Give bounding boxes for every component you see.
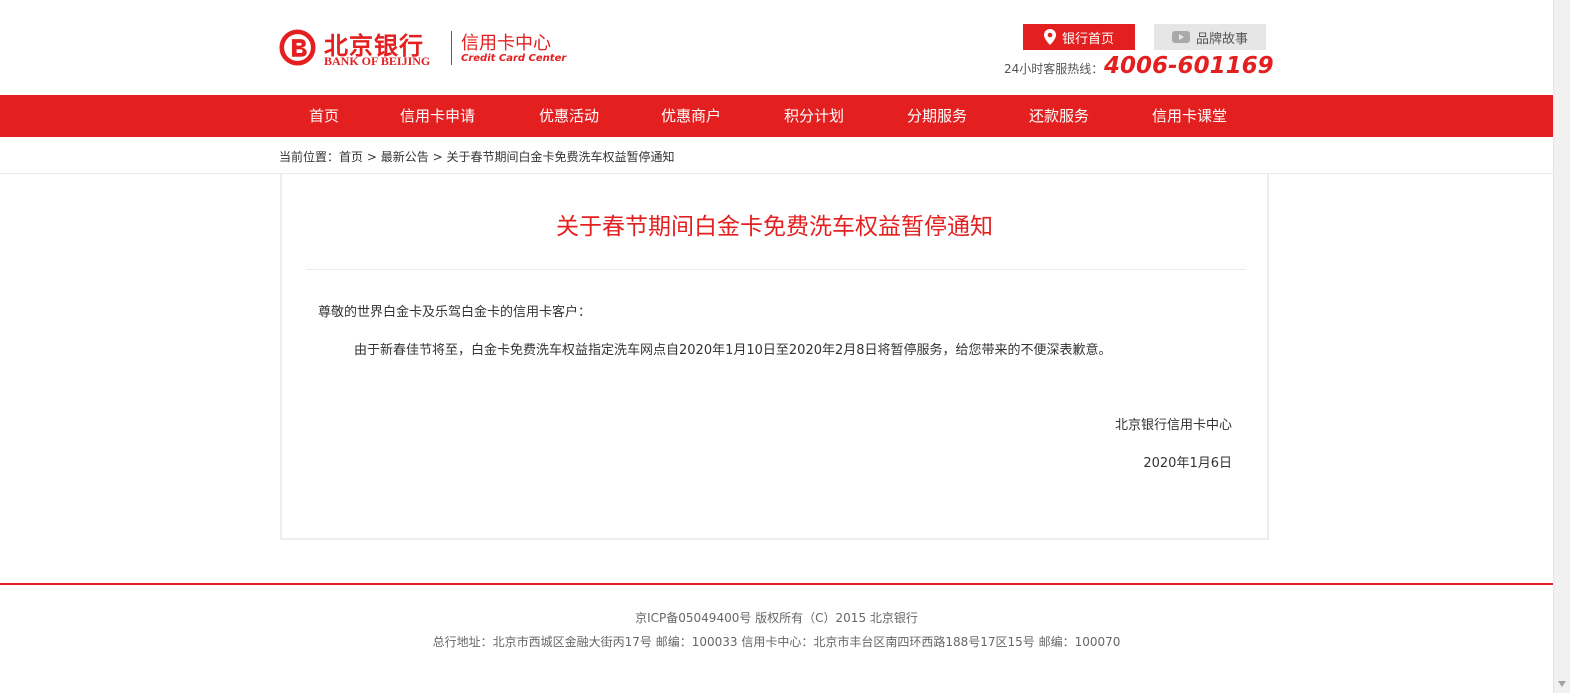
video-play-icon [1171, 31, 1190, 43]
breadcrumb: 当前位置：首页 > 最新公告 > 关于春节期间白金卡免费洗车权益暂停通知 [279, 148, 675, 165]
breadcrumb-home-link[interactable]: 首页 [339, 150, 363, 164]
breadcrumb-announcements-link[interactable]: 最新公告 [381, 150, 429, 164]
nav-item-repayment[interactable]: 还款服务 [1029, 95, 1089, 137]
nav-item-points[interactable]: 积分计划 [784, 95, 844, 137]
breadcrumb-bar: 当前位置：首页 > 最新公告 > 关于春节期间白金卡免费洗车权益暂停通知 [0, 137, 1553, 174]
breadcrumb-current: 关于春节期间白金卡免费洗车权益暂停通知 [446, 150, 675, 164]
nav-item-installments[interactable]: 分期服务 [907, 95, 967, 137]
announcement-card: 关于春节期间白金卡免费洗车权益暂停通知 尊敬的世界白金卡及乐驾白金卡的信用卡客户… [280, 174, 1269, 540]
main-nav: 首页 信用卡申请 优惠活动 优惠商户 积分计划 分期服务 还款服务 信用卡课堂 [0, 95, 1553, 137]
article-salutation: 尊敬的世界白金卡及乐驾白金卡的信用卡客户： [318, 305, 592, 320]
site-footer: 京ICP备05049400号 版权所有（C）2015 北京银行 总行地址：北京市… [0, 585, 1553, 693]
nav-item-card-application[interactable]: 信用卡申请 [400, 95, 475, 137]
brand-story-label: 品牌故事 [1195, 31, 1248, 47]
nav-item-merchants[interactable]: 优惠商户 [661, 95, 721, 137]
logo-divider [451, 31, 452, 65]
breadcrumb-separator: > [366, 150, 377, 164]
breadcrumb-separator: > [432, 150, 443, 164]
bank-home-button[interactable]: 银行首页 [1023, 24, 1135, 50]
article-body: 由于新春佳节将至，白金卡免费洗车权益指定洗车网点自2020年1月10日至2020… [354, 343, 1112, 358]
title-divider [306, 269, 1246, 270]
site-header: 北京银行 BANK OF BEIJING 信用卡中心 Credit Card C… [0, 0, 1570, 95]
footer-copyright: 京ICP备05049400号 版权所有（C）2015 北京银行 [635, 611, 918, 625]
hotline-number: 4006-601169 [1104, 53, 1274, 79]
nav-item-home[interactable]: 首页 [309, 95, 339, 137]
logo-subtitle-english: Credit Card Center [461, 53, 567, 64]
location-pin-icon [1043, 29, 1056, 45]
footer-address: 总行地址：北京市西城区金融大街丙17号 邮编：100033 信用卡中心：北京市丰… [432, 635, 1121, 649]
nav-item-promotions[interactable]: 优惠活动 [539, 95, 599, 137]
customer-hotline: 24小时客服热线： 4006-601169 [1004, 53, 1274, 83]
breadcrumb-prefix: 当前位置： [279, 150, 340, 164]
brand-story-button[interactable]: 品牌故事 [1154, 24, 1266, 50]
logo-english-name: BANK OF BEIJING [324, 54, 431, 68]
bank-emblem-icon [279, 29, 316, 66]
article-title: 关于春节期间白金卡免费洗车权益暂停通知 [556, 214, 993, 240]
bank-home-label: 银行首页 [1061, 31, 1114, 47]
article-signature: 北京银行信用卡中心 [1114, 418, 1232, 433]
vertical-scrollbar[interactable] [1553, 0, 1570, 693]
article-date: 2020年1月6日 [1143, 456, 1232, 471]
bank-logo[interactable]: 北京银行 BANK OF BEIJING 信用卡中心 Credit Card C… [279, 29, 569, 69]
scroll-down-arrow-icon[interactable] [1558, 681, 1566, 687]
hotline-label: 24小时客服热线： [1004, 62, 1104, 76]
nav-item-card-classroom[interactable]: 信用卡课堂 [1152, 95, 1227, 137]
logo-subtitle-chinese: 信用卡中心 [461, 33, 551, 54]
